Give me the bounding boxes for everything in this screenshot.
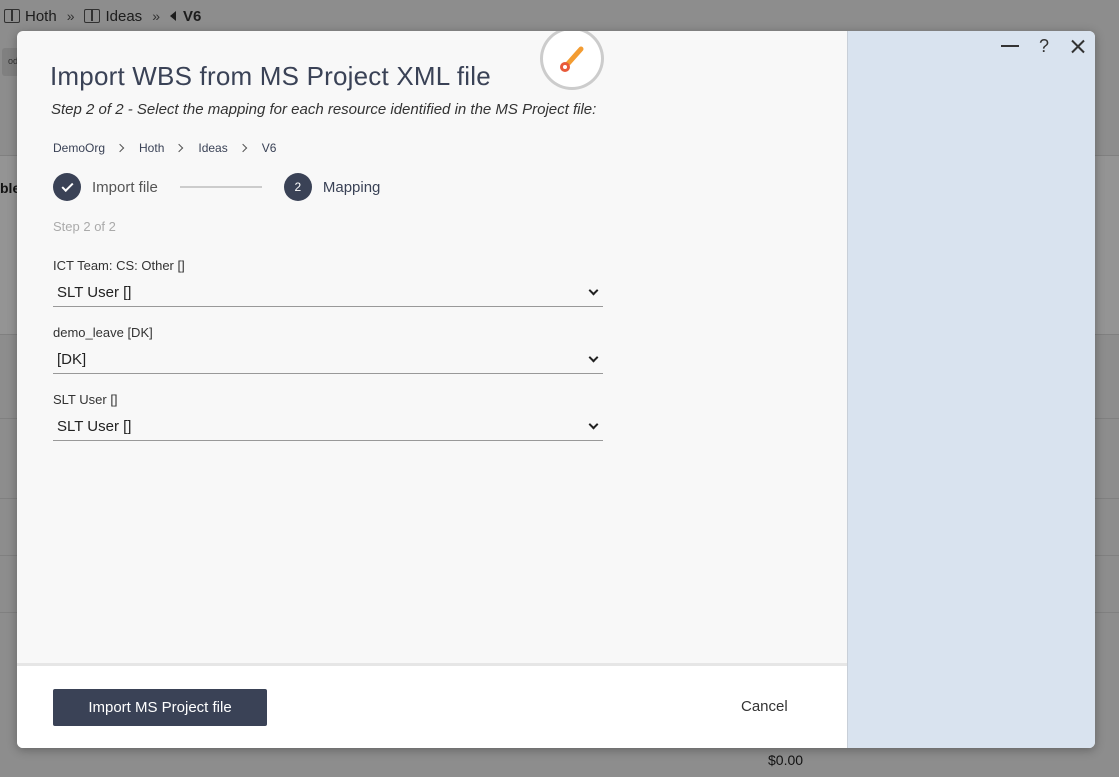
stepper-connector xyxy=(179,186,262,188)
breadcrumb-item[interactable]: Hoth xyxy=(139,141,164,155)
mapping-field-2: demo_leave [DK] [DK] xyxy=(53,325,603,374)
mapping-select[interactable]: SLT User [] xyxy=(53,279,603,307)
close-icon xyxy=(1071,39,1085,53)
dialog-footer: Import MS Project file Cancel xyxy=(17,663,847,748)
mapping-field-1: ICT Team: CS: Other [] SLT User [] xyxy=(53,258,603,307)
close-button[interactable] xyxy=(1061,32,1095,60)
chevron-down-icon xyxy=(588,352,599,363)
wand-logo-icon xyxy=(560,46,584,72)
chevron-right-icon xyxy=(175,143,184,153)
chevron-down-icon xyxy=(588,419,599,430)
import-dialog: ? Import WBS from MS Project XML file St… xyxy=(17,31,1095,748)
step-2-label: Mapping xyxy=(322,178,381,196)
side-panel: ? xyxy=(847,31,1095,748)
window-controls: ? xyxy=(993,31,1095,61)
mapping-label: SLT User [] xyxy=(53,392,118,407)
step-1-indicator[interactable] xyxy=(53,173,81,201)
help-button[interactable]: ? xyxy=(1027,32,1061,60)
chevron-down-icon xyxy=(588,285,599,296)
breadcrumb-item[interactable]: V6 xyxy=(262,141,277,155)
minimize-icon xyxy=(1001,45,1019,47)
mapping-selected-value: SLT User [] xyxy=(57,418,132,435)
breadcrumb-item[interactable]: Ideas xyxy=(198,141,227,155)
check-icon xyxy=(60,179,74,192)
step-count: Step 2 of 2 xyxy=(53,219,116,234)
mapping-select[interactable]: SLT User [] xyxy=(53,413,603,441)
mapping-selected-value: SLT User [] xyxy=(57,284,132,301)
breadcrumb: DemoOrg Hoth Ideas V6 xyxy=(53,141,276,155)
mapping-selected-value: [DK] xyxy=(57,351,87,368)
minimize-button[interactable] xyxy=(993,32,1027,60)
cancel-button[interactable]: Cancel xyxy=(741,698,788,715)
mapping-field-3: SLT User [] SLT User [] xyxy=(53,392,603,441)
mapping-select[interactable]: [DK] xyxy=(53,346,603,374)
dialog-title: Import WBS from MS Project XML file xyxy=(50,61,491,91)
mapping-label: ICT Team: CS: Other [] xyxy=(53,258,185,273)
step-1-label[interactable]: Import file xyxy=(92,179,158,196)
dialog-subtitle: Step 2 of 2 - Select the mapping for eac… xyxy=(51,101,597,118)
chevron-right-icon xyxy=(115,143,125,153)
app-logo xyxy=(540,31,604,90)
breadcrumb-item[interactable]: DemoOrg xyxy=(53,141,105,155)
chevron-right-icon xyxy=(238,143,247,153)
step-2-indicator: 2 xyxy=(283,173,312,201)
mapping-label: demo_leave [DK] xyxy=(53,325,153,340)
import-button[interactable]: Import MS Project file xyxy=(53,689,267,726)
stepper: Import file 2 Mapping xyxy=(53,173,380,201)
